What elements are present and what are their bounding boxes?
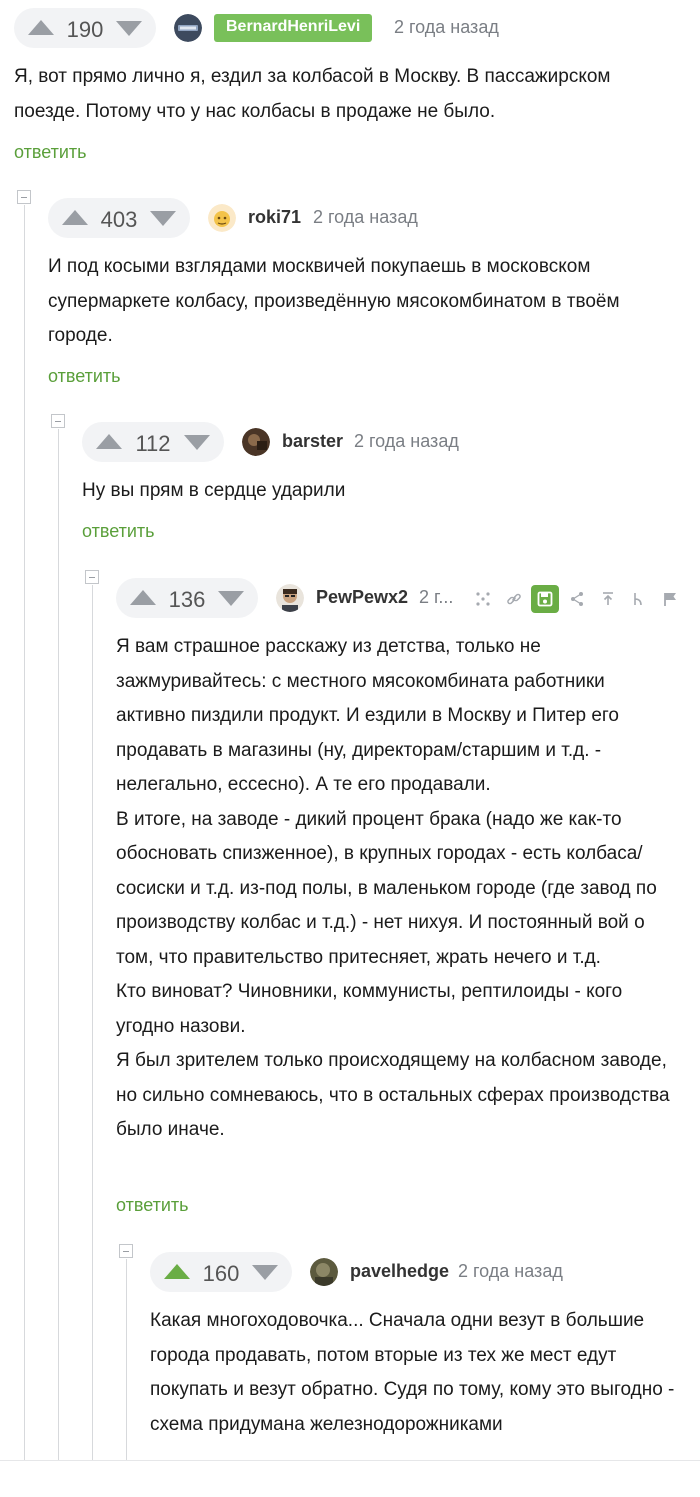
collapse-icon[interactable]: [51, 414, 65, 428]
upvote-arrow-icon[interactable]: [62, 210, 88, 225]
reply-button[interactable]: ответить: [116, 1195, 189, 1216]
author-name[interactable]: BernardHenriLevi: [214, 14, 373, 42]
vote-widget: 403: [48, 198, 190, 238]
sub-comments-icon[interactable]: [472, 588, 494, 610]
comment-paragraph: Ну вы прям в сердце ударили: [82, 480, 346, 501]
comment-text: Я, вот прямо лично я, ездил за колбасой …: [14, 60, 678, 129]
avatar[interactable]: [242, 428, 270, 456]
comment-paragraph: И под косыми взглядами москвичей покупае…: [48, 256, 620, 346]
comment-time[interactable]: 2 года назад: [313, 207, 418, 228]
downvote-arrow-icon[interactable]: [150, 211, 176, 226]
vote-widget: 112: [82, 422, 224, 462]
branch-icon[interactable]: [627, 588, 649, 610]
avatar[interactable]: [208, 204, 236, 232]
comment-time[interactable]: 2 г...: [419, 587, 453, 608]
author-name[interactable]: pavelhedge: [350, 1261, 449, 1282]
upvote-arrow-icon[interactable]: [96, 434, 122, 449]
reply-button[interactable]: ответить: [82, 521, 155, 542]
comment-paragraph: Какая многоходовочка... Сначала одни вез…: [150, 1310, 675, 1435]
thread-line: [126, 1259, 127, 1460]
reply-button[interactable]: ответить: [14, 142, 87, 163]
author-name[interactable]: PewPewx2: [316, 587, 408, 608]
thread-line: [58, 429, 59, 1460]
collapse-icon[interactable]: [85, 570, 99, 584]
share-icon[interactable]: [566, 588, 588, 610]
upvote-arrow-icon[interactable]: [130, 590, 156, 605]
comment-text: Ну вы прям в сердце ударили: [82, 474, 678, 509]
vote-count: 190: [66, 17, 104, 42]
reply-button[interactable]: ответить: [48, 366, 121, 387]
vote-count: 136: [168, 587, 206, 612]
link-icon[interactable]: [503, 588, 525, 610]
vote-count: 160: [202, 1261, 240, 1286]
upvote-arrow-icon[interactable]: [28, 20, 54, 35]
comment-text: Какая многоходовочка... Сначала одни вез…: [150, 1304, 690, 1442]
comment-paragraph: Я, вот прямо лично я, ездил за колбасой …: [14, 66, 611, 122]
thread-line: [92, 585, 93, 1460]
divider: [0, 1460, 700, 1461]
avatar[interactable]: [276, 584, 304, 612]
vote-widget: 136: [116, 578, 258, 618]
flag-icon[interactable]: [659, 588, 681, 610]
collapse-icon[interactable]: [17, 190, 31, 204]
downvote-arrow-icon[interactable]: [218, 591, 244, 606]
thread-line: [24, 205, 25, 1460]
scroll-top-icon[interactable]: [597, 588, 619, 610]
vote-widget: 160: [150, 1252, 292, 1292]
comment-text: И под косыми взглядами москвичей покупае…: [48, 250, 678, 354]
vote-count: 112: [135, 431, 171, 456]
comment-paragraph: В итоге, на заводе - дикий процент брака…: [116, 808, 657, 968]
vote-widget: 190: [14, 8, 156, 48]
collapse-icon[interactable]: [119, 1244, 133, 1258]
avatar[interactable]: [310, 1258, 338, 1286]
avatar[interactable]: [174, 14, 202, 42]
comment-paragraph: Кто виноват? Чиновники, коммунисты, репт…: [116, 981, 623, 1037]
vote-count: 403: [100, 207, 138, 232]
comment-time[interactable]: 2 года назад: [394, 17, 499, 38]
save-icon[interactable]: [531, 585, 559, 613]
comment-time[interactable]: 2 года назад: [354, 431, 459, 452]
downvote-arrow-icon[interactable]: [184, 435, 210, 450]
upvote-arrow-icon[interactable]: [164, 1264, 190, 1279]
author-name[interactable]: barster: [282, 431, 343, 452]
comment-paragraph: Я был зрителем только происходящему на к…: [116, 1050, 670, 1140]
comment-paragraph: Я вам страшное расскажу из детства, толь…: [116, 636, 619, 795]
downvote-arrow-icon[interactable]: [116, 21, 142, 36]
comment-text: Я вам страшное расскажу из детства, толь…: [116, 630, 678, 1148]
comment-time[interactable]: 2 года назад: [458, 1261, 563, 1282]
author-name[interactable]: roki71: [248, 207, 301, 228]
downvote-arrow-icon[interactable]: [252, 1265, 278, 1280]
